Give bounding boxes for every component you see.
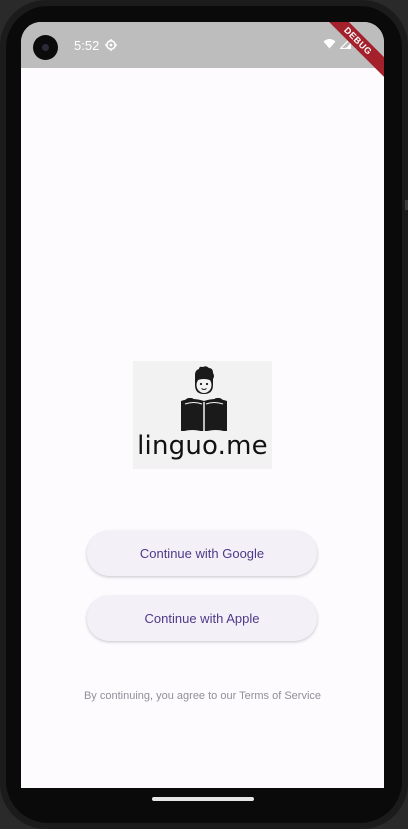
status-time: 5:52 [74,38,100,53]
app-screen: 5:52 DEBUG linguo.me Continue with Googl… [21,22,384,788]
home-indicator[interactable] [152,797,254,801]
wifi-icon [323,38,336,48]
reading-person-icon [181,366,227,431]
logo-wordmark: linguo.me [137,431,268,461]
terms-of-service-notice: By continuing, you agree to our Terms of… [83,690,322,702]
continue-with-apple-button[interactable]: Continue with Apple [87,596,317,641]
continue-with-google-button[interactable]: Continue with Google [87,531,317,576]
camera-icon [33,35,58,60]
app-logo: linguo.me [133,361,272,469]
device-frame: 5:52 DEBUG linguo.me Continue with Googl… [0,0,408,829]
debug-banner: DEBUG [317,22,384,82]
settings-gear-icon [105,39,117,51]
status-bar: 5:52 DEBUG [21,22,384,82]
